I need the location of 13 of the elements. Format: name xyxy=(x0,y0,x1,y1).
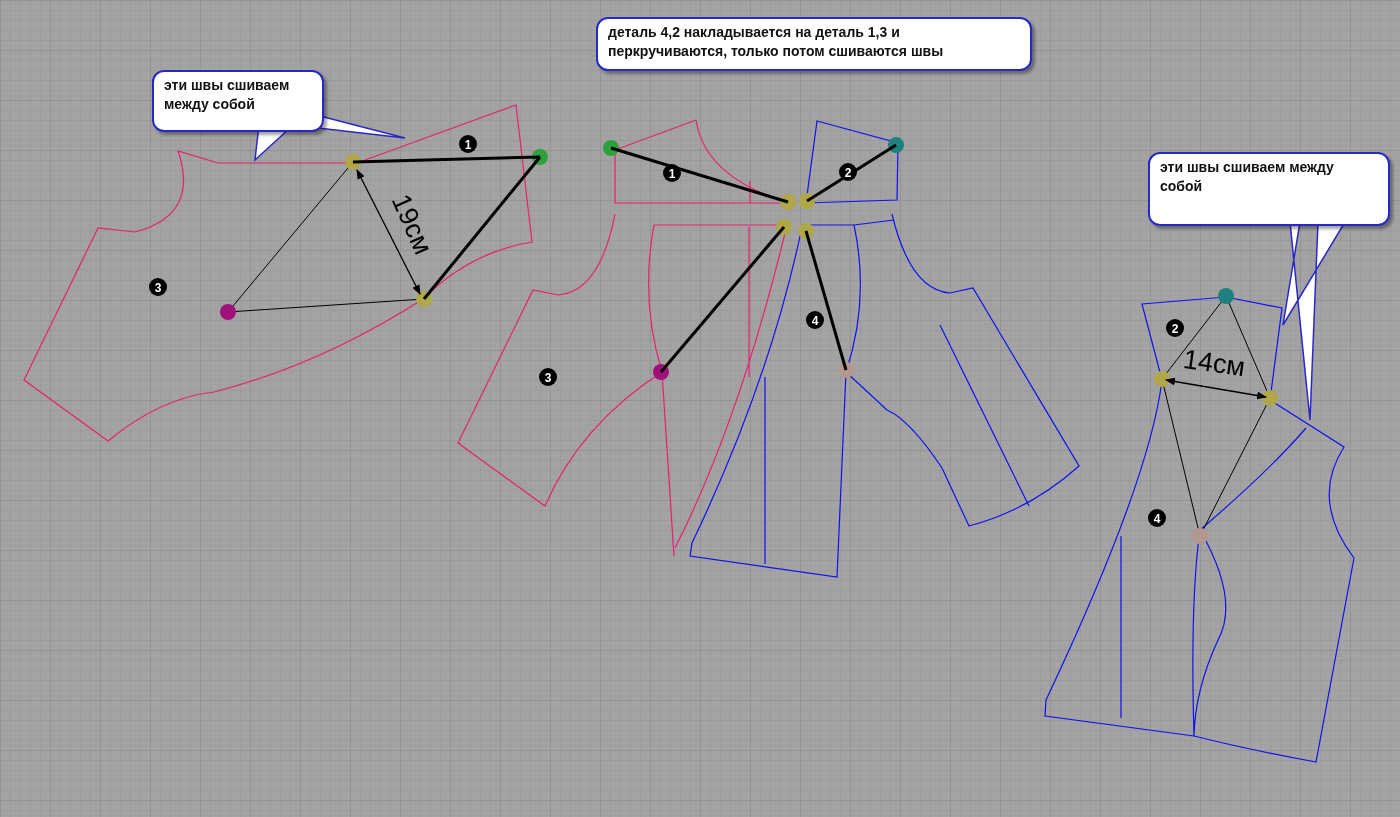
number-marker: 3 xyxy=(149,278,167,296)
number-marker: 2 xyxy=(839,163,857,181)
callout-bubble: деталь 4,2 накладывается на деталь 1,3 и перкручиваются, только потом сшиваются швы xyxy=(596,17,1032,71)
callout-bubble: эти швы сшиваем между собой xyxy=(1148,152,1390,226)
number-marker: 1 xyxy=(459,135,477,153)
dimension-label: 19см xyxy=(385,189,439,259)
number-marker: 4 xyxy=(1148,509,1166,527)
dimension-label: 14см xyxy=(1181,343,1248,383)
callout-bubble: эти швы сшиваем между собой xyxy=(152,70,324,132)
number-marker: 2 xyxy=(1166,319,1184,337)
number-marker: 4 xyxy=(806,311,824,329)
number-marker: 1 xyxy=(663,164,681,182)
number-marker: 3 xyxy=(539,368,557,386)
